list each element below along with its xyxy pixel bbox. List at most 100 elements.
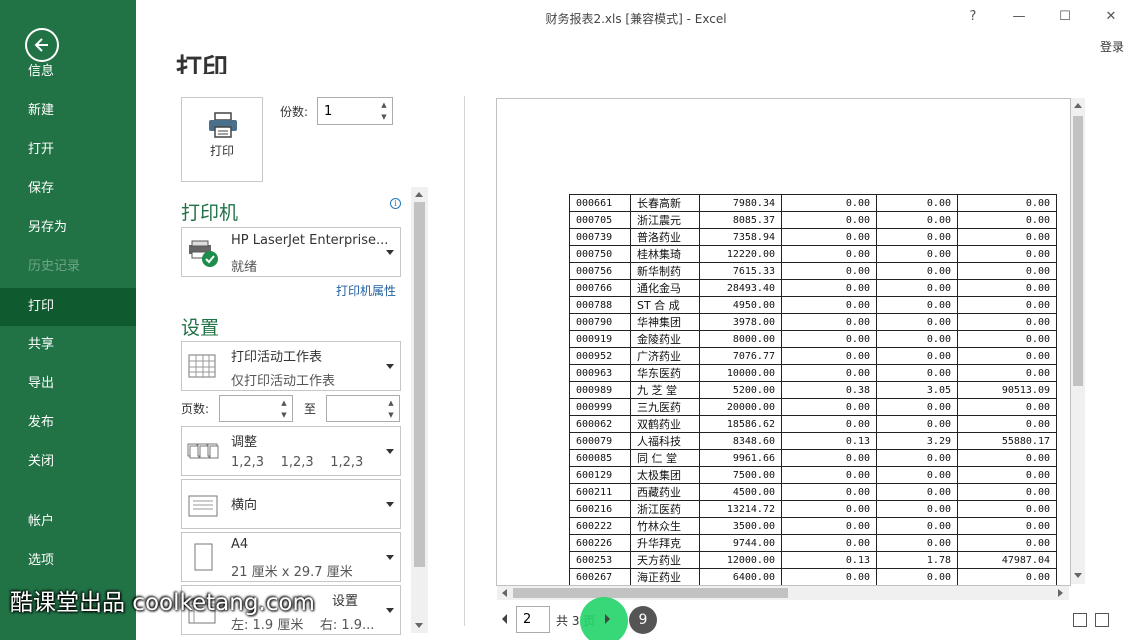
table-cell: 人福科技 — [630, 432, 700, 450]
table-cell: 0.00 — [957, 279, 1057, 297]
margins-title: 设置 — [332, 594, 359, 609]
landscape-page-icon — [188, 495, 218, 517]
sidebar-item-options[interactable]: 选项 — [0, 542, 136, 580]
table-cell: 0.00 — [957, 517, 1057, 535]
table-cell: 000756 — [569, 262, 631, 280]
zoom-to-page-icon[interactable] — [1095, 613, 1109, 627]
table-cell: 000661 — [569, 194, 631, 212]
table-cell: 0.00 — [876, 449, 958, 467]
maximize-button[interactable]: ☐ — [1054, 6, 1076, 28]
printer-status: 就绪 — [231, 260, 258, 275]
scroll-up-icon[interactable] — [415, 192, 423, 197]
next-page-icon[interactable] — [605, 614, 610, 624]
portrait-page-icon — [194, 543, 213, 571]
pages-to-down-icon[interactable]: ▼ — [385, 409, 397, 422]
print-scope-dropdown[interactable]: 打印活动工作表 仅打印活动工作表 — [181, 341, 401, 391]
sidebar-item-account[interactable]: 帐户 — [0, 503, 136, 541]
table-cell: 0.00 — [876, 364, 958, 382]
table-cell: 0.00 — [781, 194, 877, 212]
sidebar-item-share[interactable]: 共享 — [0, 326, 136, 364]
table-cell: 000788 — [569, 296, 631, 314]
table-cell: 0.00 — [957, 398, 1057, 416]
sidebar-item-export[interactable]: 导出 — [0, 365, 136, 403]
printer-name: HP LaserJet Enterprise... — [231, 233, 389, 248]
table-row: 600079 人福科技 8348.60 0.13 3.29 55880.17 — [569, 432, 1057, 450]
table-cell: 90513.09 — [957, 381, 1057, 399]
table-cell: 18586.62 — [699, 415, 782, 433]
info-icon[interactable]: i — [390, 198, 401, 209]
table-cell: 0.00 — [957, 347, 1057, 365]
printer-dropdown[interactable]: HP LaserJet Enterprise... 就绪 — [181, 227, 401, 277]
table-cell: 西藏药业 — [630, 483, 700, 501]
close-button[interactable]: ✕ — [1100, 6, 1122, 28]
scroll-thumb[interactable] — [513, 588, 788, 598]
table-cell: 0.00 — [876, 483, 958, 501]
printer-properties-link[interactable]: 打印机属性 — [336, 282, 396, 299]
table-cell: 000739 — [569, 228, 631, 246]
copies-down-icon[interactable]: ▼ — [378, 111, 390, 124]
table-cell: 浙江医药 — [630, 500, 700, 518]
pages-label: 页数: — [181, 402, 210, 416]
scroll-thumb[interactable] — [414, 202, 425, 567]
table-row: 600085 同 仁 堂 9961.66 0.00 0.00 0.00 — [569, 449, 1057, 467]
table-cell: 0.00 — [876, 194, 958, 212]
table-cell: 三九医药 — [630, 398, 700, 416]
collate-dropdown[interactable]: 调整 1,2,3 1,2,3 1,2,3 — [181, 426, 401, 476]
pages-from-input[interactable]: ▲ ▼ — [219, 395, 293, 422]
sidebar-item-publish[interactable]: 发布 — [0, 404, 136, 442]
table-cell: 8000.00 — [699, 330, 782, 348]
scroll-down-icon[interactable] — [1074, 573, 1082, 578]
table-cell: 4950.00 — [699, 296, 782, 314]
table-cell: 0.00 — [781, 449, 877, 467]
sidebar-item-open[interactable]: 打开 — [0, 131, 136, 169]
settings-scrollbar[interactable] — [411, 187, 428, 633]
scroll-right-icon[interactable] — [1058, 589, 1063, 597]
table-cell: 0.00 — [781, 517, 877, 535]
table-cell: 12220.00 — [699, 245, 782, 263]
table-row: 600267 海正药业 6400.00 0.00 0.00 0.00 — [569, 568, 1057, 585]
pages-from-down-icon[interactable]: ▼ — [278, 409, 290, 422]
sidebar-item-info[interactable]: 信息 — [0, 53, 136, 91]
table-cell: 8348.60 — [699, 432, 782, 450]
current-page-input[interactable]: 2 — [516, 606, 550, 633]
table-cell: 0.00 — [781, 415, 877, 433]
sidebar-item-save-as[interactable]: 另存为 — [0, 209, 136, 247]
table-row: 000788 ST 合 成 4950.00 0.00 0.00 0.00 — [569, 296, 1057, 314]
table-cell: 7615.33 — [699, 262, 782, 280]
table-cell: 金陵药业 — [630, 330, 700, 348]
preview-vertical-scrollbar[interactable] — [1071, 98, 1085, 584]
previous-page-icon[interactable] — [502, 614, 507, 624]
table-row: 000989 九 芝 堂 5200.00 0.38 3.05 90513.09 — [569, 381, 1057, 399]
table-cell: 5200.00 — [699, 381, 782, 399]
orientation-value: 横向 — [231, 498, 258, 513]
minimize-button[interactable]: — — [1008, 6, 1030, 28]
show-margins-icon[interactable] — [1073, 613, 1087, 627]
table-cell: 000952 — [569, 347, 631, 365]
table-cell: 9961.66 — [699, 449, 782, 467]
watermark: 酷课堂出品 coolketang.com — [10, 590, 315, 616]
scroll-thumb[interactable] — [1073, 116, 1083, 386]
scroll-left-icon[interactable] — [502, 589, 507, 597]
back-arrow-icon — [34, 38, 48, 52]
paper-size-dropdown[interactable]: A4 21 厘米 x 29.7 厘米 — [181, 532, 401, 582]
print-button[interactable]: 打印 — [181, 97, 263, 182]
sidebar-item-close[interactable]: 关闭 — [0, 443, 136, 481]
chevron-down-icon — [386, 608, 394, 613]
table-row: 600216 浙江医药 13214.72 0.00 0.00 0.00 — [569, 500, 1057, 518]
orientation-dropdown[interactable]: 横向 — [181, 479, 401, 529]
login-link[interactable]: 登录 — [1100, 38, 1124, 55]
table-cell: 双鹤药业 — [630, 415, 700, 433]
sidebar-item-save[interactable]: 保存 — [0, 170, 136, 208]
table-cell: 600062 — [569, 415, 631, 433]
table-cell: 0.00 — [781, 466, 877, 484]
click-highlight — [580, 597, 628, 640]
scroll-down-icon[interactable] — [415, 623, 423, 628]
preview-horizontal-scrollbar[interactable] — [497, 586, 1069, 600]
sidebar-item-new[interactable]: 新建 — [0, 92, 136, 130]
title-bar: 财务报表2.xls [兼容模式] - Excel ? — ☐ ✕ — [136, 0, 1136, 36]
scroll-up-icon[interactable] — [1074, 103, 1082, 108]
pages-to-input[interactable]: ▲ ▼ — [326, 395, 400, 422]
sidebar-item-print[interactable]: 打印 — [0, 288, 136, 326]
copies-input[interactable]: 1 ▲ ▼ — [317, 97, 393, 125]
help-button[interactable]: ? — [962, 6, 984, 28]
